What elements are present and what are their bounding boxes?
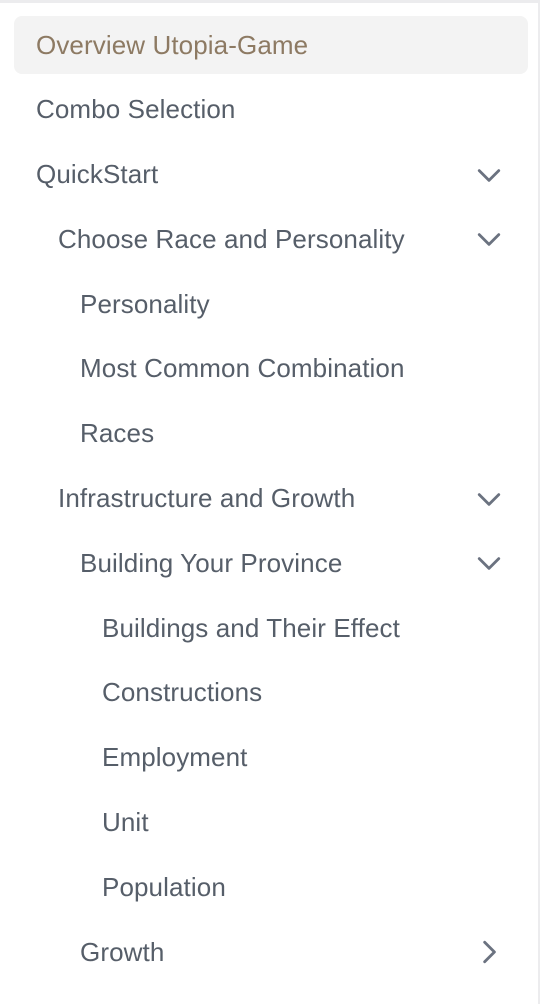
- nav-item-races[interactable]: Races: [14, 405, 528, 463]
- nav-item-buildings-and-their-effect[interactable]: Buildings and Their Effect: [14, 599, 528, 657]
- nav-item-growth[interactable]: Growth: [14, 923, 528, 981]
- nav-item-employment[interactable]: Employment: [14, 729, 528, 787]
- nav-item-label: QuickStart: [36, 159, 159, 190]
- nav-item-label: Personality: [80, 288, 210, 319]
- nav-item-most-common-combination[interactable]: Most Common Combination: [14, 340, 528, 398]
- nav-item-choose-race-and-personality[interactable]: Choose Race and Personality: [14, 210, 528, 268]
- nav-item-label: Unit: [102, 807, 149, 838]
- top-border: [0, 0, 540, 3]
- chevron-down-icon[interactable]: [476, 486, 502, 512]
- nav-item-label: Employment: [102, 742, 248, 773]
- chevron-down-icon[interactable]: [476, 226, 502, 252]
- chevron-down-icon[interactable]: [476, 550, 502, 576]
- nav-item-personality[interactable]: Personality: [14, 275, 528, 333]
- nav-item-infrastructure-and-growth[interactable]: Infrastructure and Growth: [14, 470, 528, 528]
- nav-item-label: Combo Selection: [36, 94, 236, 125]
- chevron-down-icon[interactable]: [476, 162, 502, 188]
- nav-item-building-your-province[interactable]: Building Your Province: [14, 534, 528, 592]
- nav-item-label: Population: [102, 871, 226, 902]
- nav-item-label: Infrastructure and Growth: [58, 483, 356, 514]
- nav-item-label: Overview Utopia-Game: [36, 29, 309, 60]
- nav-item-label: Choose Race and Personality: [58, 223, 405, 254]
- sidebar-navigation: Overview Utopia-Game Combo Selection Quick…: [14, 16, 528, 988]
- nav-item-label: Races: [80, 418, 155, 449]
- nav-item-label: Most Common Combination: [80, 353, 405, 384]
- nav-item-constructions[interactable]: Constructions: [14, 664, 528, 722]
- nav-item-population[interactable]: Population: [14, 858, 528, 916]
- nav-item-label: Buildings and Their Effect: [102, 612, 400, 643]
- nav-item-combo-selection[interactable]: Combo Selection: [14, 81, 528, 139]
- nav-item-label: Building Your Province: [80, 547, 343, 578]
- nav-item-unit[interactable]: Unit: [14, 794, 528, 852]
- nav-item-overview-utopia-game[interactable]: Overview Utopia-Game: [14, 16, 528, 74]
- chevron-right-icon[interactable]: [476, 939, 502, 965]
- nav-item-quickstart[interactable]: QuickStart: [14, 146, 528, 204]
- nav-item-label: Constructions: [102, 677, 263, 708]
- nav-item-label: Growth: [80, 936, 165, 967]
